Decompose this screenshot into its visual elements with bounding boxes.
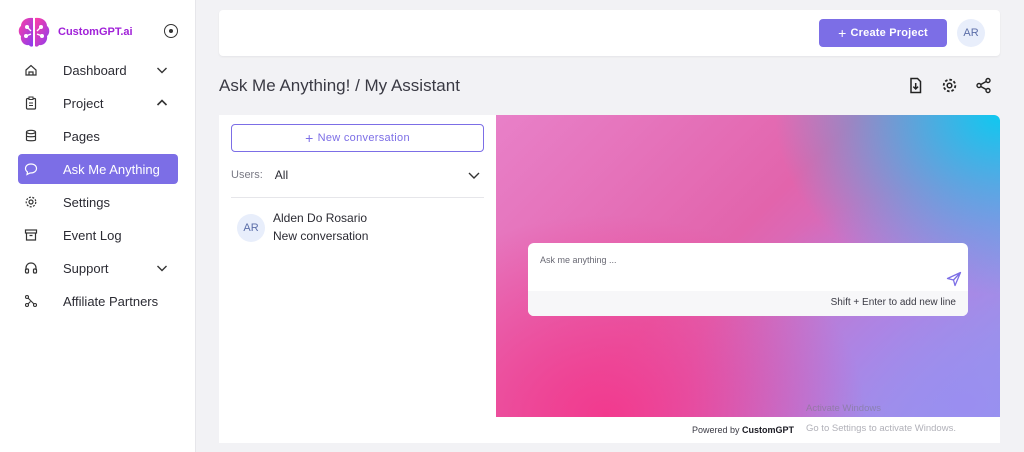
sidebar-item-support[interactable]: Support: [18, 253, 178, 283]
archive-icon: [24, 228, 38, 242]
clipboard-icon: [24, 96, 38, 110]
sidebar-item-event-log[interactable]: Event Log: [18, 220, 178, 250]
activate-windows-hint: Go to Settings to activate Windows.: [806, 423, 956, 434]
page-title: Ask Me Anything! / My Assistant: [219, 76, 460, 95]
sidebar-item-settings[interactable]: Settings: [18, 187, 178, 217]
gear-icon: [24, 195, 38, 209]
sidebar-item-label: Settings: [63, 194, 110, 210]
create-project-button[interactable]: + Create Project: [819, 19, 947, 47]
settings-gear-icon[interactable]: [940, 76, 958, 94]
brain-logo-icon: [18, 17, 50, 47]
top-bar: + Create Project AR: [219, 10, 1000, 56]
sidebar-item-label: Project: [63, 95, 104, 111]
sidebar-toggle-icon[interactable]: [164, 24, 178, 38]
users-filter[interactable]: Users: All: [231, 165, 484, 185]
chevron-down-icon[interactable]: [156, 262, 168, 274]
sidebar-item-label: Pages: [63, 128, 100, 144]
sidebar-item-label: Support: [63, 260, 109, 276]
database-icon: [24, 129, 38, 143]
sidebar: CustomGPT.ai Dashboard Project Pages Ask…: [0, 0, 196, 452]
send-icon[interactable]: [946, 271, 962, 287]
conversation-item[interactable]: AR Alden Do Rosario New conversation: [237, 210, 484, 246]
chevron-down-icon[interactable]: [468, 169, 480, 181]
powered-by: Powered by CustomGPT: [692, 425, 794, 435]
plus-icon: +: [838, 25, 847, 41]
create-project-label: Create Project: [850, 27, 928, 39]
conversation-panel: + New conversation Users: All AR Alden D…: [219, 115, 496, 443]
brand[interactable]: CustomGPT.ai: [16, 12, 133, 52]
sidebar-item-label: Ask Me Anything: [63, 161, 160, 177]
conversation-user-name: Alden Do Rosario: [273, 211, 368, 225]
chat-bubble-icon: [24, 162, 38, 176]
divider: [231, 197, 484, 198]
download-file-icon[interactable]: [906, 76, 924, 94]
sidebar-item-project[interactable]: Project: [18, 88, 178, 118]
sidebar-item-dashboard[interactable]: Dashboard: [18, 55, 178, 85]
powered-by-brand: CustomGPT: [742, 425, 795, 435]
new-conversation-label: New conversation: [317, 132, 410, 144]
headphones-icon: [24, 261, 38, 275]
chevron-down-icon[interactable]: [156, 64, 168, 76]
share-icon[interactable]: [974, 76, 992, 94]
powered-by-prefix: Powered by: [692, 425, 740, 435]
chat-area: Ask me anything ... Shift + Enter to add…: [496, 115, 1000, 417]
conversation-avatar: AR: [237, 214, 265, 242]
sidebar-nav: Dashboard Project Pages Ask Me Anything: [18, 55, 178, 319]
sidebar-item-affiliate-partners[interactable]: Affiliate Partners: [18, 286, 178, 316]
chat-hint-bar: Shift + Enter to add new line: [528, 291, 968, 316]
brand-name: CustomGPT.ai: [58, 26, 133, 38]
affiliate-icon: [24, 294, 38, 308]
plus-icon: +: [305, 130, 314, 146]
chat-input-box: Ask me anything ... Shift + Enter to add…: [528, 243, 968, 316]
sidebar-item-label: Dashboard: [63, 62, 127, 78]
sidebar-item-ask-me-anything[interactable]: Ask Me Anything: [18, 154, 178, 184]
users-filter-value: All: [274, 168, 289, 182]
users-filter-label: Users:: [231, 169, 263, 181]
chevron-up-icon[interactable]: [156, 97, 168, 109]
new-conversation-button[interactable]: + New conversation: [231, 124, 484, 152]
user-avatar[interactable]: AR: [957, 19, 985, 47]
sidebar-item-pages[interactable]: Pages: [18, 121, 178, 151]
toolbar: [906, 76, 1008, 94]
chat-input[interactable]: Ask me anything ...: [540, 255, 617, 265]
home-icon: [24, 63, 38, 77]
sidebar-item-label: Affiliate Partners: [63, 293, 159, 309]
activate-windows-title: Activate Windows: [806, 403, 881, 414]
sidebar-item-label: Event Log: [63, 227, 122, 243]
conversation-title: New conversation: [273, 229, 369, 243]
chat-hint: Shift + Enter to add new line: [830, 297, 956, 308]
